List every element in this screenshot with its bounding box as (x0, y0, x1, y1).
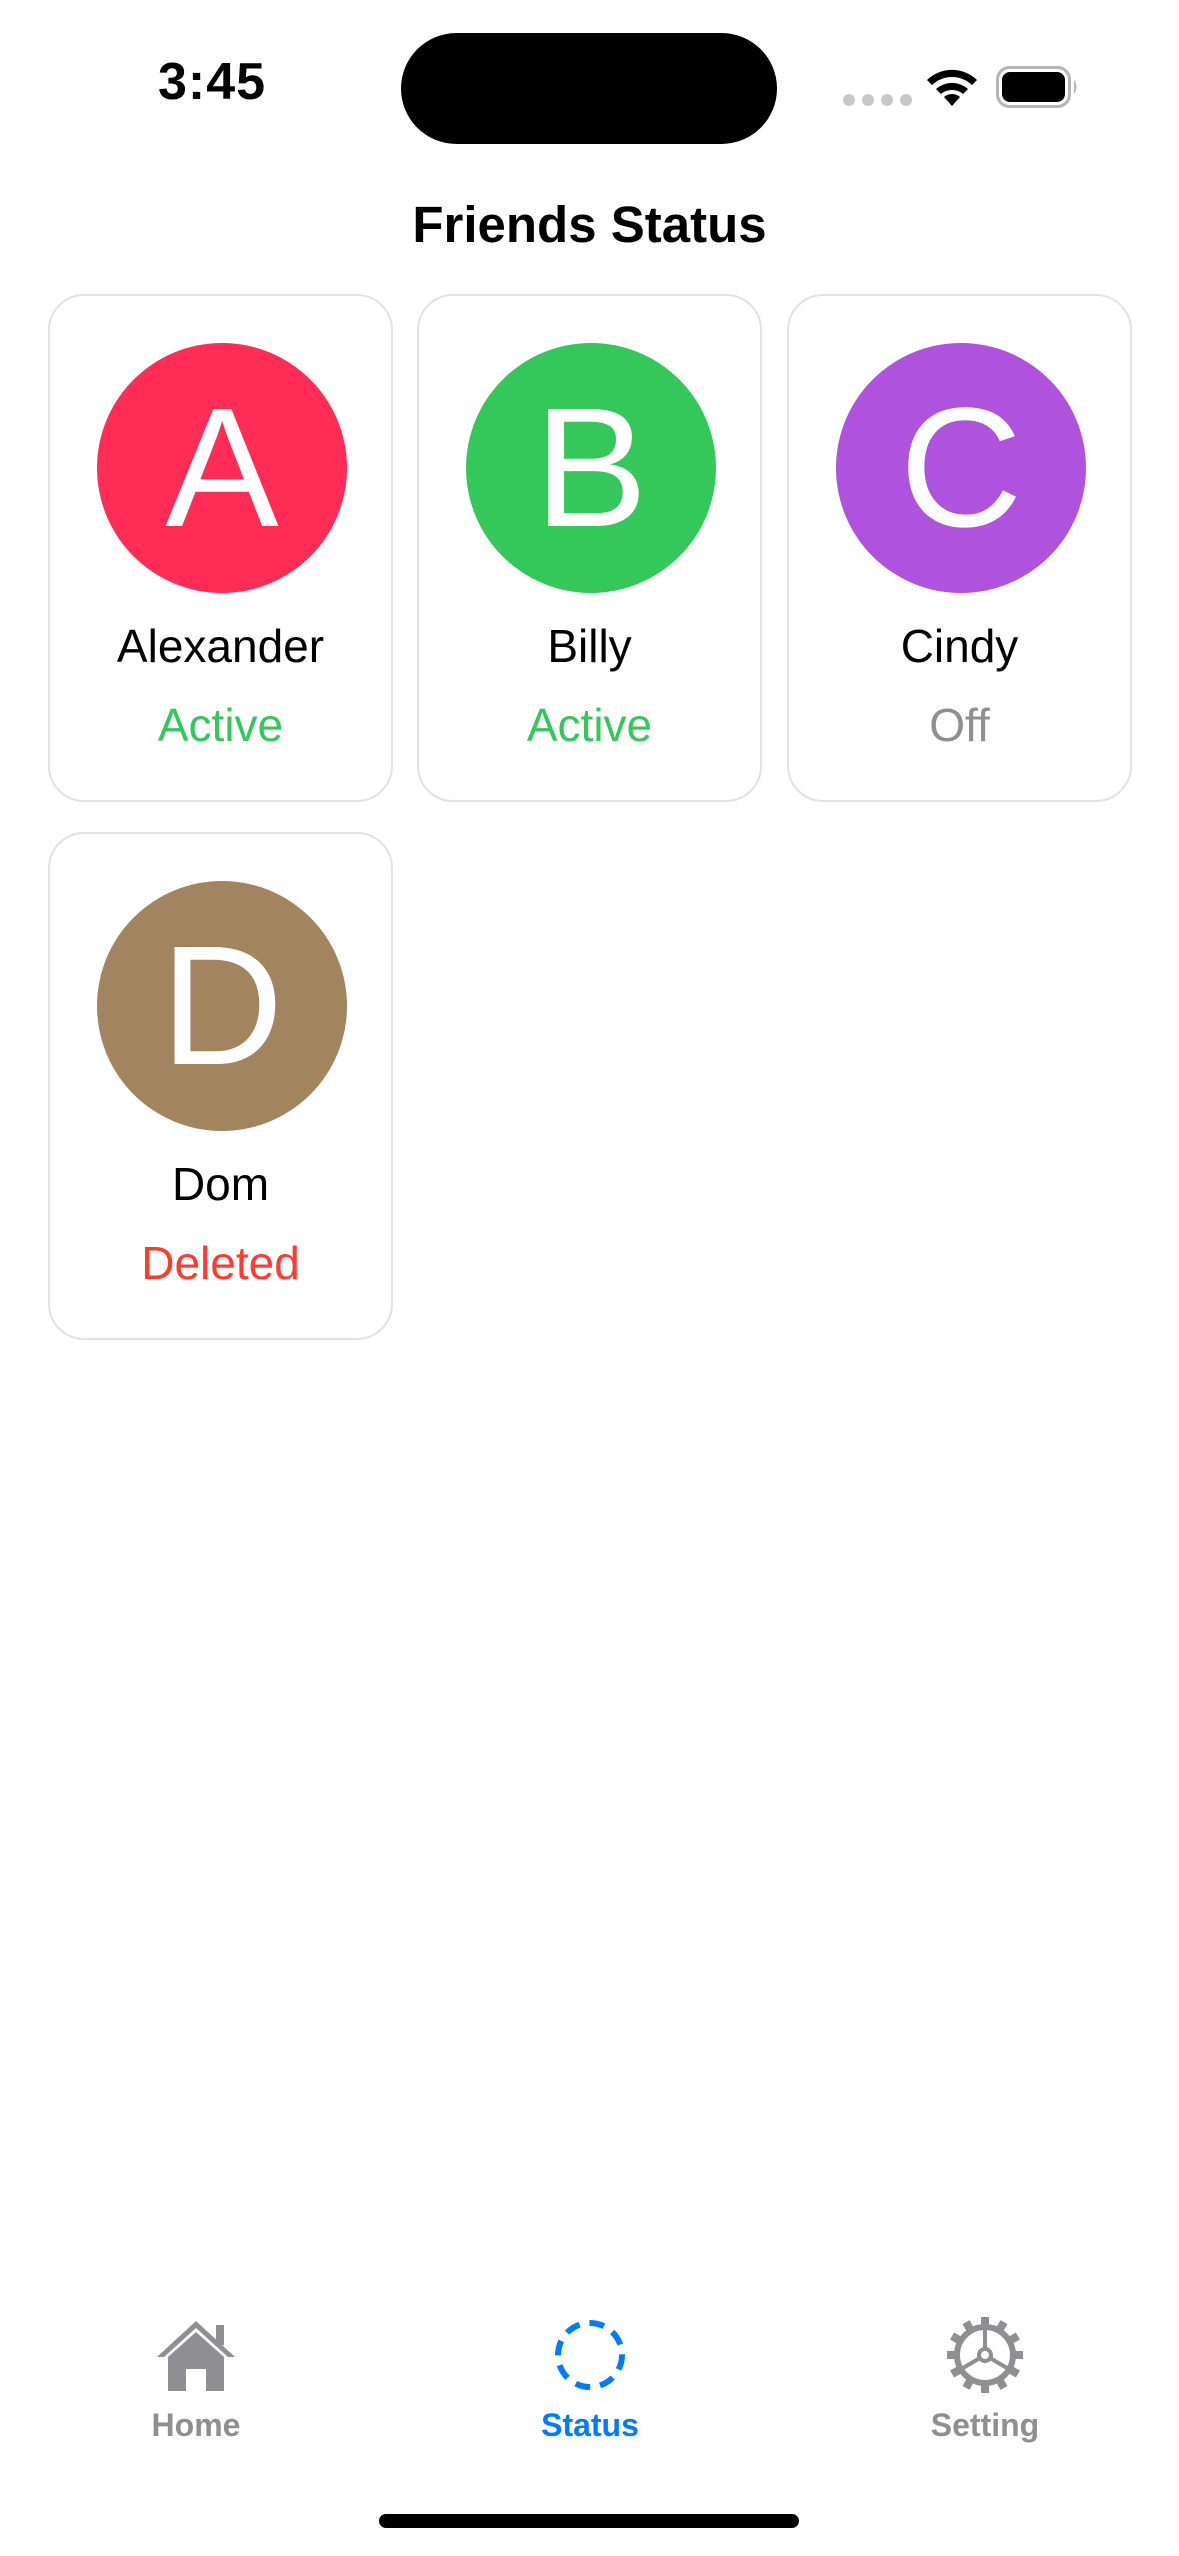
battery-icon (996, 66, 1077, 108)
page-title: Friends Status (412, 196, 767, 253)
house-icon (157, 2321, 235, 2391)
friend-card-alexander[interactable]: A Alexander Active (48, 294, 393, 802)
tab-home[interactable]: Home (86, 2315, 306, 2455)
tab-label: Status (541, 2407, 639, 2443)
friend-status: Off (929, 699, 990, 751)
friend-card-dom[interactable]: D Dom Deleted (48, 832, 393, 1340)
friend-card-cindy[interactable]: C Cindy Off (787, 294, 1132, 802)
dynamic-island (401, 33, 777, 144)
friend-name: Alexander (116, 620, 325, 672)
status-time: 3:45 (158, 53, 267, 111)
tab-label: Setting (930, 2407, 1040, 2443)
wifi-icon (927, 69, 977, 106)
dashed-circle-icon (555, 2320, 625, 2390)
friend-status: Deleted (141, 1237, 300, 1289)
tab-status[interactable]: Status (480, 2315, 700, 2455)
avatar: D (97, 881, 347, 1131)
tab-label: Home (151, 2407, 241, 2443)
friend-status: Active (157, 699, 284, 751)
avatar: A (97, 343, 347, 593)
avatar: B (466, 343, 716, 593)
friend-name: Cindy (900, 620, 1019, 672)
cellular-signal-icon (843, 94, 912, 106)
friend-status: Active (526, 699, 653, 751)
tab-setting[interactable]: Setting (875, 2315, 1095, 2455)
friend-name: Billy (547, 620, 632, 672)
gear-icon (947, 2317, 1023, 2393)
friend-name: Dom (171, 1158, 270, 1210)
home-indicator[interactable] (379, 2514, 799, 2528)
friend-card-billy[interactable]: B Billy Active (417, 294, 762, 802)
avatar: C (836, 343, 1086, 593)
